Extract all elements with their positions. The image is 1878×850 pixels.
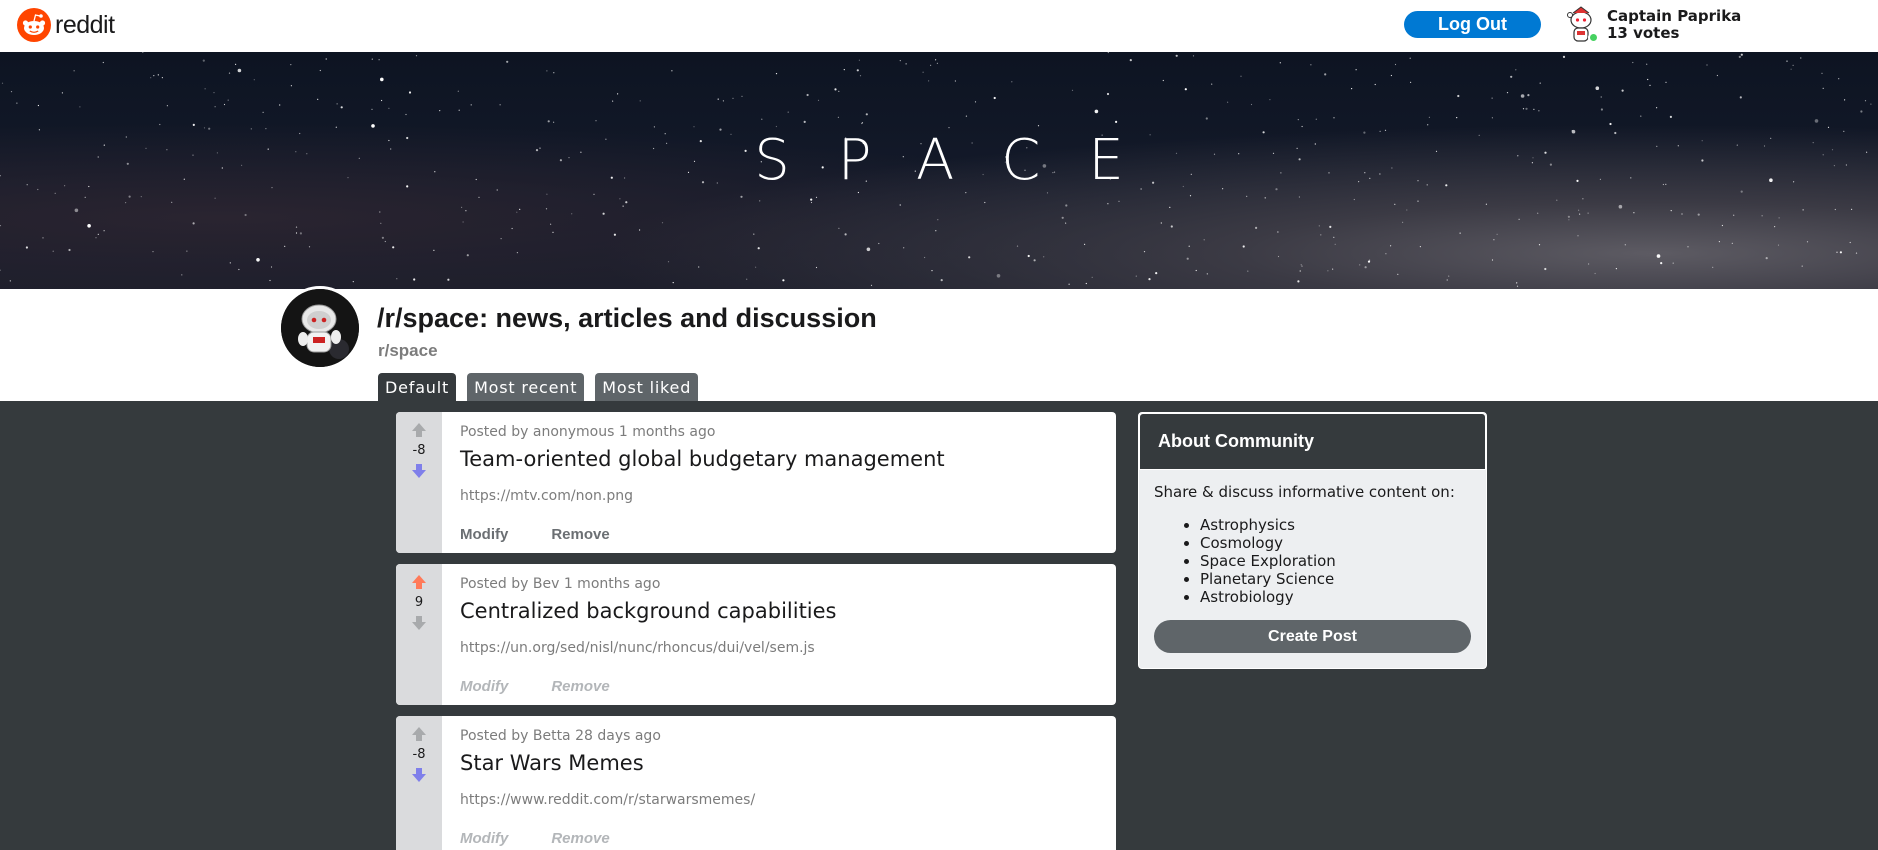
post-title[interactable]: Star Wars Memes: [460, 751, 644, 775]
vote-column: 9: [396, 564, 442, 705]
remove-button[interactable]: Remove: [551, 830, 609, 847]
modify-button[interactable]: Modify: [460, 830, 508, 847]
about-description: Share & discuss informative content on:: [1154, 483, 1455, 501]
about-heading: About Community: [1139, 413, 1486, 470]
topic-item: Planetary Science: [1200, 570, 1336, 588]
post-link[interactable]: https://un.org/sed/nisl/nunc/rhoncus/dui…: [460, 640, 815, 656]
sort-tabs: Default Most recent Most liked: [378, 373, 699, 401]
topic-item: Astrophysics: [1200, 516, 1336, 534]
remove-button[interactable]: Remove: [551, 678, 609, 695]
top-navbar: reddit Log Out Captain Paprika 13 votes: [0, 0, 1878, 52]
vote-score: -8: [412, 747, 426, 762]
vote-score: 9: [414, 595, 424, 610]
vote-column: -8: [396, 716, 442, 850]
user-avatar: [1565, 5, 1599, 45]
modify-button[interactable]: Modify: [460, 678, 508, 695]
astronaut-snoo-icon: [281, 289, 359, 367]
subreddit-banner: SPACE: [0, 52, 1878, 289]
downvote-arrow-icon[interactable]: [411, 463, 427, 479]
vote-score: -8: [412, 443, 426, 458]
tab-most-recent[interactable]: Most recent: [467, 373, 585, 401]
post-meta: Posted by Betta 28 days ago: [460, 728, 661, 744]
post-card: -8 Posted by Betta 28 days ago Star Wars…: [396, 716, 1116, 850]
topic-item: Astrobiology: [1200, 588, 1336, 606]
user-name: Captain Paprika: [1607, 7, 1742, 25]
user-votes: 13 votes: [1607, 24, 1680, 42]
downvote-arrow-icon[interactable]: [411, 767, 427, 783]
post-card: -8 Posted by anonymous 1 months ago Team…: [396, 412, 1116, 553]
logo-text: reddit: [55, 10, 115, 39]
post-meta: Posted by Bev 1 months ago: [460, 576, 661, 592]
downvote-arrow-icon[interactable]: [411, 615, 427, 631]
banner-title: SPACE: [754, 128, 1172, 193]
vote-column: -8: [396, 412, 442, 553]
user-profile[interactable]: Captain Paprika 13 votes: [1565, 5, 1741, 45]
logout-button[interactable]: Log Out: [1404, 11, 1541, 38]
tab-default[interactable]: Default: [378, 373, 457, 401]
upvote-arrow-icon[interactable]: [411, 574, 427, 590]
about-community-card: About Community Share & discuss informat…: [1138, 412, 1487, 669]
subreddit-title: /r/space: news, articles and discussion: [377, 303, 877, 333]
tab-most-liked[interactable]: Most liked: [595, 373, 699, 401]
topic-list: Astrophysics Cosmology Space Exploration…: [1200, 516, 1336, 606]
online-status-dot: [1588, 32, 1599, 43]
topic-item: Cosmology: [1200, 534, 1336, 552]
post-card: 9 Posted by Bev 1 months ago Centralized…: [396, 564, 1116, 705]
remove-button[interactable]: Remove: [551, 526, 609, 543]
upvote-arrow-icon[interactable]: [411, 726, 427, 742]
subreddit-name: r/space: [378, 341, 438, 360]
topic-item: Space Exploration: [1200, 552, 1336, 570]
post-title[interactable]: Team-oriented global budgetary managemen…: [460, 447, 945, 471]
post-title[interactable]: Centralized background capabilities: [460, 599, 837, 623]
reddit-alien-icon: [17, 8, 51, 42]
post-link[interactable]: https://www.reddit.com/r/starwarsmemes/: [460, 792, 755, 808]
post-link[interactable]: https://mtv.com/non.png: [460, 488, 633, 504]
modify-button[interactable]: Modify: [460, 526, 508, 543]
create-post-button[interactable]: Create Post: [1154, 620, 1471, 653]
reddit-logo[interactable]: reddit: [17, 8, 115, 42]
upvote-arrow-icon[interactable]: [411, 422, 427, 438]
post-meta: Posted by anonymous 1 months ago: [460, 424, 716, 440]
subreddit-avatar: [278, 286, 362, 370]
